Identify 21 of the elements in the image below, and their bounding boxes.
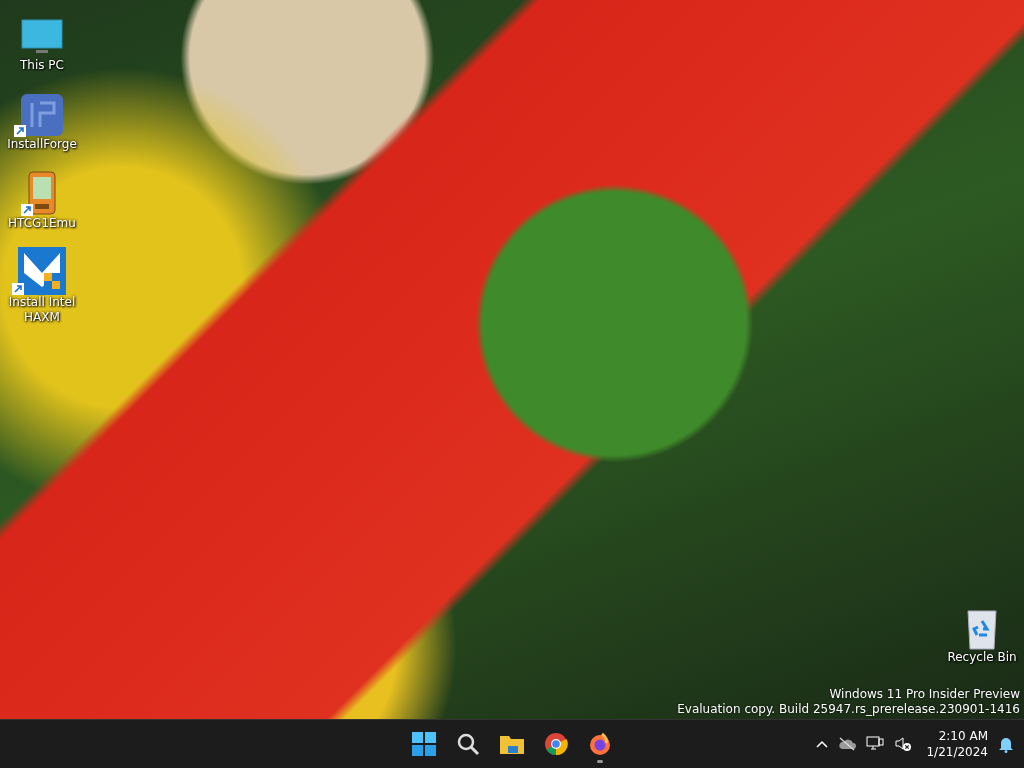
handheld-device-icon xyxy=(27,170,57,216)
desktop-icon-label[interactable]: Recycle Bin xyxy=(947,650,1017,665)
installer-icon xyxy=(20,93,64,137)
desktop-icon-label[interactable]: This PC xyxy=(20,58,64,73)
build-watermark-text: Evaluation copy. Build 25947.rs_prerelease.230901-1416 xyxy=(677,702,1020,717)
windows-logo-icon xyxy=(412,732,436,756)
folder-icon xyxy=(499,733,525,755)
firefox-icon xyxy=(588,732,612,756)
recycle-bin-icon xyxy=(965,608,999,650)
speaker-muted-icon[interactable] xyxy=(894,736,913,752)
bell-icon[interactable] xyxy=(998,735,1014,753)
running-indicator xyxy=(597,760,603,763)
installer-icon xyxy=(18,247,66,295)
chevron-up-icon[interactable] xyxy=(816,740,829,748)
search-icon xyxy=(456,732,480,756)
clock-button[interactable]: 2:10 AM 1/21/2024 xyxy=(926,728,988,760)
cloud-off-icon[interactable] xyxy=(838,737,857,751)
desktop-icon-label[interactable]: InstallForge xyxy=(7,137,77,152)
network-icon[interactable] xyxy=(866,736,885,752)
chrome-icon xyxy=(544,732,568,756)
edition-watermark-text: Windows 11 Pro Insider Preview xyxy=(829,687,1020,702)
